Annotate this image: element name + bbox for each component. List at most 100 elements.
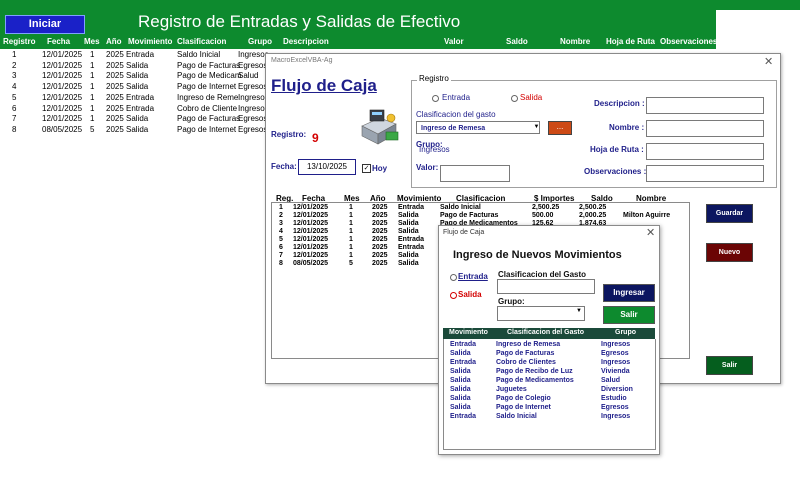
descripcion-input[interactable] <box>646 97 764 114</box>
sheet-cell-fecha: 08/05/2025 <box>42 124 83 134</box>
sheet-cell-reg: 2 <box>12 60 17 70</box>
dialog-grupo-chevron-down-icon[interactable]: ▼ <box>576 308 582 314</box>
table-cell-mov: Entrada <box>450 413 477 420</box>
dialog-heading: Ingreso de Nuevos Movimientos <box>453 249 622 261</box>
add-clasificacion-button[interactable]: ... <box>548 121 572 135</box>
table-cell-grupo: Ingresos <box>601 341 631 348</box>
salida-radio[interactable] <box>511 95 518 102</box>
entrada-radio[interactable] <box>432 95 439 102</box>
dialog-close-icon[interactable]: ✕ <box>646 226 655 239</box>
sheet-cell-reg: 1 <box>12 50 17 59</box>
list-cell-anio: 2025 <box>372 260 388 267</box>
sheet-cell-grupo: Egresos <box>238 82 268 92</box>
salida-label: Salida <box>520 93 543 102</box>
dialog-salida-radio[interactable] <box>450 292 457 299</box>
sheet-cell-reg: 4 <box>12 82 17 92</box>
table-cell-clasif: Saldo Inicial <box>496 413 537 420</box>
list-cell-reg: 4 <box>279 228 283 235</box>
nombre-input[interactable] <box>646 120 764 137</box>
observaciones-input[interactable] <box>646 165 764 182</box>
sheet-cell-reg: 7 <box>12 114 17 124</box>
sheet-cell-anio: 2025 <box>106 103 124 113</box>
dialog-clasificacion-input[interactable] <box>497 279 595 294</box>
sheet-cell-mov: Salida <box>126 124 149 134</box>
sheet-cell-mov: Salida <box>126 71 149 81</box>
sheet-row: 4 12/01/2025 1 2025 Salida Pago de Internet Eg… <box>0 82 270 93</box>
list-cell-mes: 5 <box>349 260 353 267</box>
sheet-row: 6 12/01/2025 1 2025 Entrada Cobro de Cliente I… <box>0 104 270 115</box>
sheet-cell-fecha: 12/01/2025 <box>42 71 83 81</box>
fecha-input[interactable]: 13/10/2025 <box>298 159 356 175</box>
sheet-cell-grupo: Salud <box>238 71 259 81</box>
sheet-cell-grupo: Egresos <box>238 60 268 70</box>
sheet-row: 7 12/01/2025 1 2025 Salida Pago de Facturas Eg… <box>0 114 270 125</box>
table-cell-grupo: Ingresos <box>601 413 631 420</box>
sheet-cell-anio: 2025 <box>106 60 124 70</box>
sheet-cell-anio: 2025 <box>106 71 124 81</box>
table-cell-clasif: Pago de Facturas <box>496 350 555 357</box>
col-nombre: Nombre <box>560 37 591 46</box>
sheet-cell-mes: 1 <box>90 103 95 113</box>
dialog-salida-label: Salida <box>458 290 482 299</box>
list-cell-anio: 2025 <box>372 220 388 227</box>
sheet-row: 3 12/01/2025 1 2025 Salida Pago de Medicam Sal… <box>0 71 270 82</box>
list-cell-mov: Salida <box>398 220 419 227</box>
col-mes: Mes <box>84 37 100 46</box>
iniciar-button[interactable]: Iniciar <box>5 15 85 34</box>
col-hoja-de-ruta: Hoja de Ruta <box>606 37 655 46</box>
dialog-grupo-label: Grupo: <box>498 297 525 306</box>
sheet-cell-reg: 6 <box>12 103 17 113</box>
sheet-cell-anio: 2025 <box>106 92 124 102</box>
list-cell-fecha: 12/01/2025 <box>293 212 329 219</box>
salir-button[interactable]: Salir <box>706 356 753 375</box>
list-cell-nombre: Milton Aguirre <box>623 212 671 219</box>
list-cell-reg: 8 <box>279 260 283 267</box>
list-cell-mov: Salida <box>398 228 419 235</box>
hoja-de-ruta-input[interactable] <box>646 143 764 160</box>
hoja-de-ruta-label: Hoja de Ruta : <box>590 145 644 154</box>
hoy-label: Hoy <box>372 164 388 173</box>
dialog-table-header: Movimiento Clasificacion del Gasto Grupo <box>443 328 655 339</box>
close-icon[interactable]: ✕ <box>764 55 773 68</box>
registro-frame-label: Registro <box>417 74 451 83</box>
table-cell-grupo: Vivienda <box>601 368 630 375</box>
table-cell-mov: Salida <box>450 368 471 375</box>
list-cell-reg: 3 <box>279 220 283 227</box>
registro-label: Registro: <box>271 130 307 139</box>
sheet-cell-grupo: Egresos <box>238 124 268 134</box>
nombre-label: Nombre : <box>609 123 645 132</box>
dialog-table[interactable]: Entrada Ingreso de Remesa Ingresos Salida Pa… <box>443 339 656 450</box>
entrada-label: Entrada <box>442 93 471 102</box>
dialog-grupo-select[interactable] <box>497 306 585 321</box>
dialog-salir-button[interactable]: Salir <box>603 306 655 324</box>
list-cell-anio: 2025 <box>372 204 388 211</box>
sheet-row: 1 12/01/2025 1 2025 Entrada Saldo Inicial Ingr… <box>0 50 270 61</box>
sheet-cell-fecha: 12/01/2025 <box>42 114 83 124</box>
list-cell-fecha: 12/01/2025 <box>293 228 329 235</box>
table-cell-clasif: Pago de Colegio <box>496 395 551 402</box>
col-valor: Valor <box>444 37 464 46</box>
table-cell-mov: Salida <box>450 386 471 393</box>
descripcion-label: Descripcion : <box>594 99 645 108</box>
col-grupo: Grupo <box>248 37 272 46</box>
table-cell-grupo: Egresos <box>601 350 629 357</box>
list-cell-reg: 2 <box>279 212 283 219</box>
nuevo-button[interactable]: Nuevo <box>706 243 753 262</box>
hoy-checkbox[interactable]: ✓ <box>362 164 371 173</box>
guardar-button[interactable]: Guardar <box>706 204 753 223</box>
ingresar-button[interactable]: Ingresar <box>603 284 655 302</box>
fecha-label: Fecha: <box>271 162 297 171</box>
list-cell-anio: 2025 <box>372 244 388 251</box>
clasificacion-select[interactable]: Ingreso de Remesa <box>416 121 540 134</box>
valor-input[interactable] <box>440 165 510 182</box>
list-cell-fecha: 12/01/2025 <box>293 204 329 211</box>
table-cell-mov: Salida <box>450 404 471 411</box>
registro-value: 9 <box>312 131 319 145</box>
list-cell-mes: 1 <box>349 244 353 251</box>
table-cell-mov: Salida <box>450 395 471 402</box>
dialog-entrada-radio[interactable] <box>450 274 457 281</box>
list-cell-reg: 7 <box>279 252 283 259</box>
chevron-down-icon[interactable]: ▼ <box>533 121 540 134</box>
sheet-row: 5 12/01/2025 1 2025 Entrada Ingreso de Reme In… <box>0 93 270 104</box>
dialog-clasificacion-label: Clasificacion del Gasto <box>498 270 587 279</box>
